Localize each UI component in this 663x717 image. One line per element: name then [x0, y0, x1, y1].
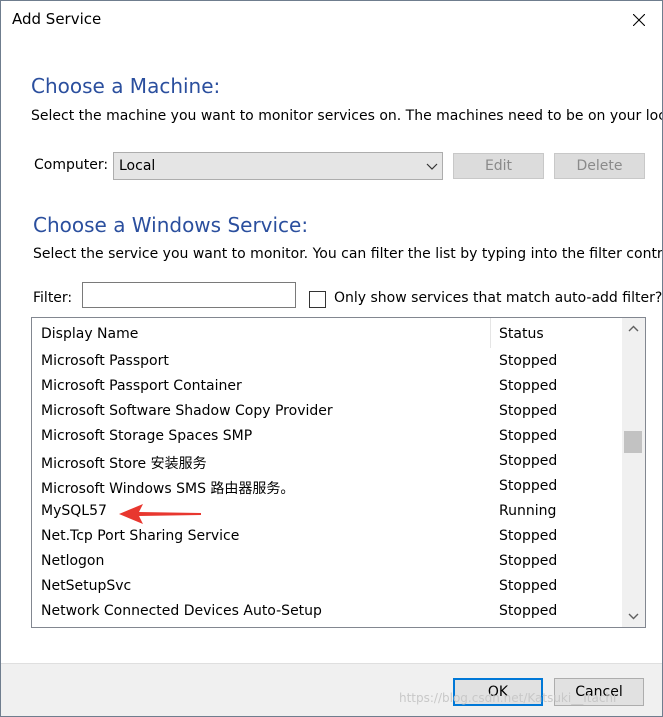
table-row[interactable]: Netlogon Stopped — [32, 549, 622, 574]
service-name-cell: Microsoft Passport — [41, 353, 169, 369]
column-separator[interactable] — [490, 318, 491, 348]
edit-button[interactable]: Edit — [453, 153, 544, 179]
filter-input[interactable] — [82, 282, 296, 308]
service-section-description: Select the service you want to monitor. … — [33, 246, 663, 262]
column-header-display-name[interactable]: Display Name — [41, 326, 138, 342]
service-status-cell: Stopped — [499, 478, 558, 494]
service-name-cell: Microsoft Windows SMS 路由器服务。 — [41, 481, 295, 497]
auto-add-filter-label: Only show services that match auto-add f… — [334, 290, 663, 306]
service-name-cell: NetSetupSvc — [41, 578, 132, 594]
service-name-cell: Microsoft Software Shadow Copy Provider — [41, 403, 333, 419]
machine-section-heading: Choose a Machine: — [31, 74, 221, 98]
services-list-header: Display Name Status — [32, 318, 622, 348]
table-row[interactable]: Microsoft Passport Container Stopped — [32, 374, 622, 399]
table-row[interactable]: Microsoft Storage Spaces SMP Stopped — [32, 424, 622, 449]
filter-label: Filter: — [33, 290, 73, 306]
service-name-cell: Microsoft Store 安装服务 — [41, 456, 207, 472]
delete-button[interactable]: Delete — [554, 153, 645, 179]
service-status-cell: Stopped — [499, 453, 558, 469]
chevron-up-icon — [628, 325, 639, 332]
close-icon — [633, 14, 645, 26]
scroll-up-button[interactable] — [622, 318, 645, 340]
services-list[interactable]: Display Name Status Microsoft Passport St… — [31, 317, 646, 628]
table-row[interactable]: Microsoft Store 安装服务 Stopped — [32, 449, 622, 474]
service-status-cell: Stopped — [499, 578, 558, 594]
service-name-cell: Microsoft Storage Spaces SMP — [41, 428, 253, 444]
service-name-cell: Net.Tcp Port Sharing Service — [41, 528, 240, 544]
close-button[interactable] — [616, 1, 662, 39]
computer-select[interactable]: Local — [113, 152, 443, 180]
chevron-down-icon — [426, 163, 438, 170]
window-title: Add Service — [12, 10, 102, 28]
service-status-cell: Running — [499, 503, 557, 519]
scrollbar-thumb[interactable] — [624, 431, 642, 453]
scroll-down-button[interactable] — [622, 605, 645, 627]
service-name-cell: MySQL57 — [41, 503, 107, 519]
service-name-cell: Network Connected Devices Auto-Setup — [41, 603, 322, 619]
table-row[interactable]: Microsoft Software Shadow Copy Provider S… — [32, 399, 622, 424]
service-status-cell: Stopped — [499, 428, 558, 444]
table-row[interactable]: Net.Tcp Port Sharing Service Stopped — [32, 524, 622, 549]
table-row[interactable]: Microsoft Passport Stopped — [32, 349, 622, 374]
service-status-cell: Stopped — [499, 378, 558, 394]
service-status-cell: Stopped — [499, 353, 558, 369]
table-row[interactable]: Microsoft Windows SMS 路由器服务。 Stopped — [32, 474, 622, 499]
service-status-cell: Stopped — [499, 528, 558, 544]
table-row[interactable]: NetSetupSvc Stopped — [32, 574, 622, 599]
service-status-cell: Stopped — [499, 403, 558, 419]
service-name-cell: Netlogon — [41, 553, 105, 569]
chevron-down-icon — [628, 613, 639, 620]
computer-label: Computer: — [34, 157, 109, 173]
service-name-cell: Microsoft Passport Container — [41, 378, 242, 394]
auto-add-filter-checkbox[interactable] — [309, 291, 326, 308]
machine-section-description: Select the machine you want to monitor s… — [31, 108, 663, 124]
column-header-status[interactable]: Status — [499, 326, 544, 342]
annotation-arrow-icon — [119, 504, 201, 524]
watermark: https://blog.csdn.net/Katsuki__Itachi — [399, 691, 617, 705]
service-section-heading: Choose a Windows Service: — [33, 213, 309, 237]
add-service-dialog: Add Service Choose a Machine: Select the… — [0, 0, 663, 717]
title-bar: Add Service — [1, 1, 662, 39]
vertical-scrollbar[interactable] — [622, 318, 645, 627]
service-status-cell: Stopped — [499, 553, 558, 569]
dialog-footer: OK Cancel — [1, 663, 662, 716]
computer-select-value: Local — [119, 158, 156, 174]
table-row[interactable]: Network Connected Devices Auto-Setup Stop… — [32, 599, 622, 624]
service-status-cell: Stopped — [499, 603, 558, 619]
